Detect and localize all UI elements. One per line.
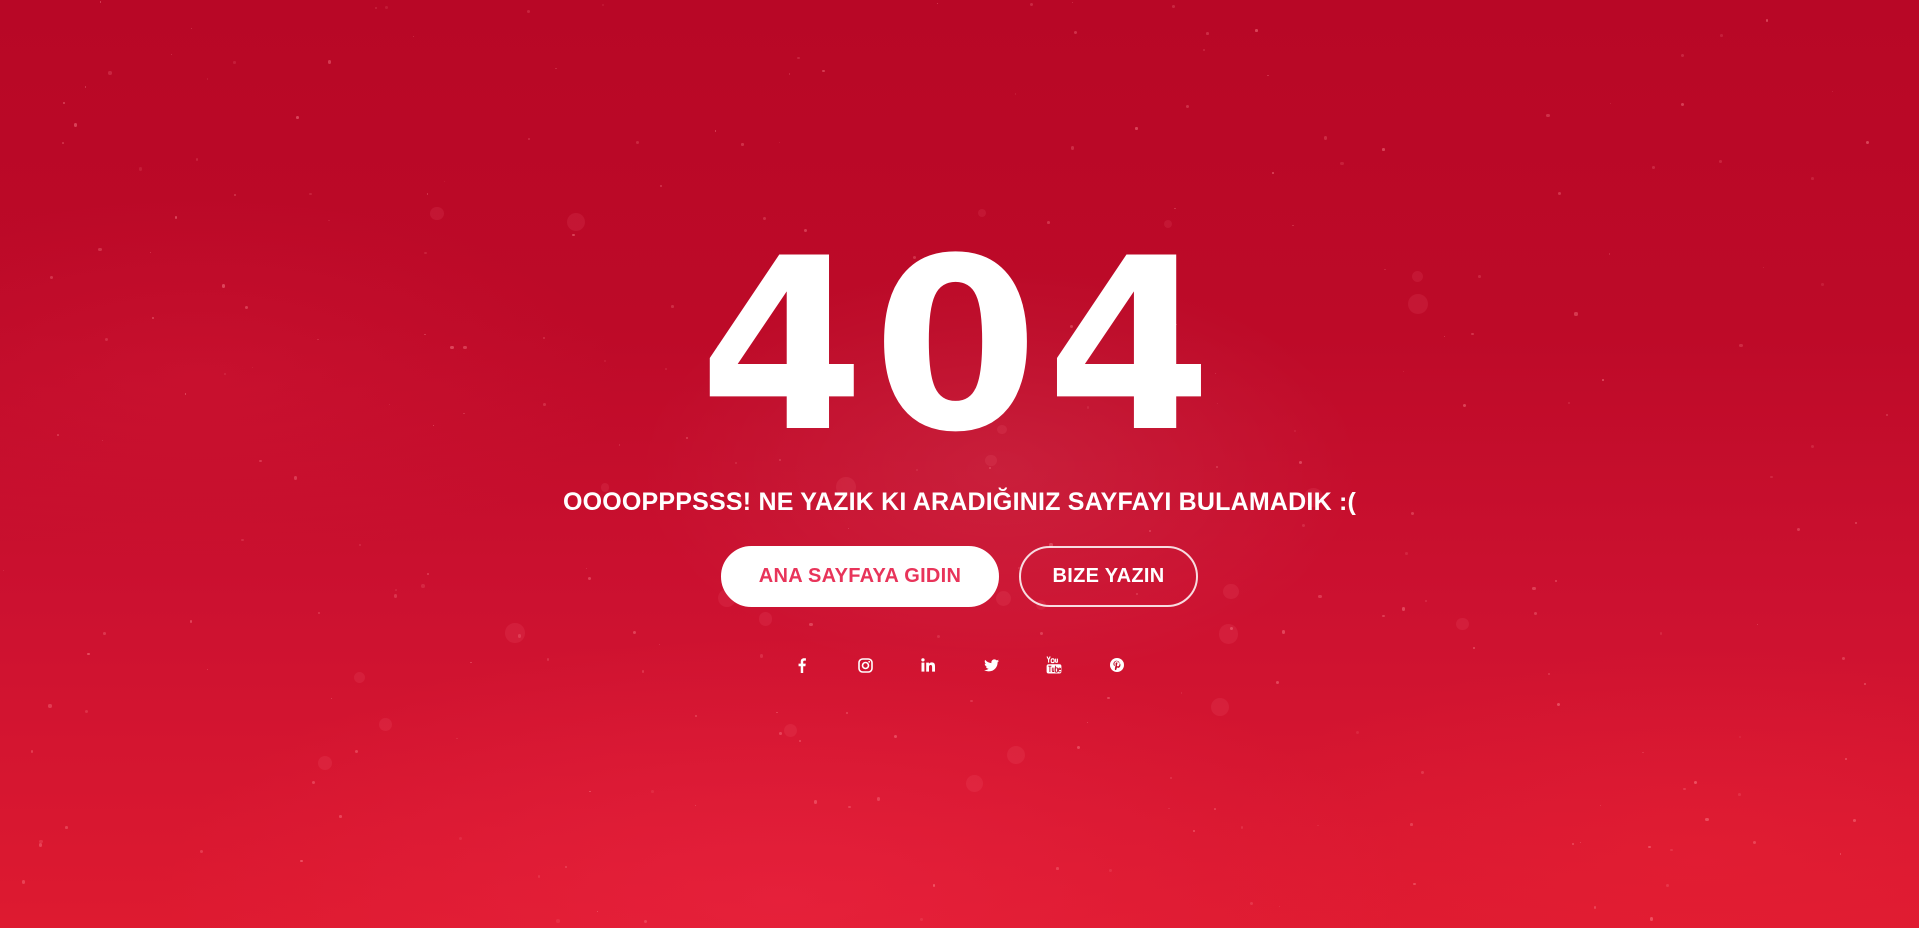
youtube-icon — [1046, 656, 1062, 674]
twitter-icon — [983, 658, 999, 672]
social-link-facebook[interactable] — [792, 651, 812, 679]
action-buttons: ANA SAYFAYA GIDIN BIZE YAZIN — [0, 546, 1919, 607]
social-links — [0, 651, 1919, 679]
linkedin-icon — [921, 658, 935, 672]
error-message: OOOOPPPSSS! NE YAZIK KI ARADIĞINIZ SAYFA… — [562, 488, 1357, 516]
social-link-twitter[interactable] — [981, 651, 1001, 679]
error-content: 404 OOOOPPPSSS! NE YAZIK KI ARADIĞINIZ S… — [0, 0, 1919, 928]
home-button[interactable]: ANA SAYFAYA GIDIN — [721, 546, 999, 607]
error-page: 404 OOOOPPPSSS! NE YAZIK KI ARADIĞINIZ S… — [0, 0, 1919, 928]
social-link-instagram[interactable] — [855, 651, 875, 679]
social-link-pinterest[interactable] — [1107, 651, 1127, 679]
pinterest-icon — [1110, 658, 1124, 672]
social-link-linkedin[interactable] — [918, 651, 938, 679]
facebook-icon — [798, 657, 806, 673]
contact-button[interactable]: BIZE YAZIN — [1019, 546, 1198, 607]
social-link-youtube[interactable] — [1044, 651, 1064, 679]
instagram-icon — [857, 657, 873, 673]
error-code: 404 — [699, 208, 1220, 485]
